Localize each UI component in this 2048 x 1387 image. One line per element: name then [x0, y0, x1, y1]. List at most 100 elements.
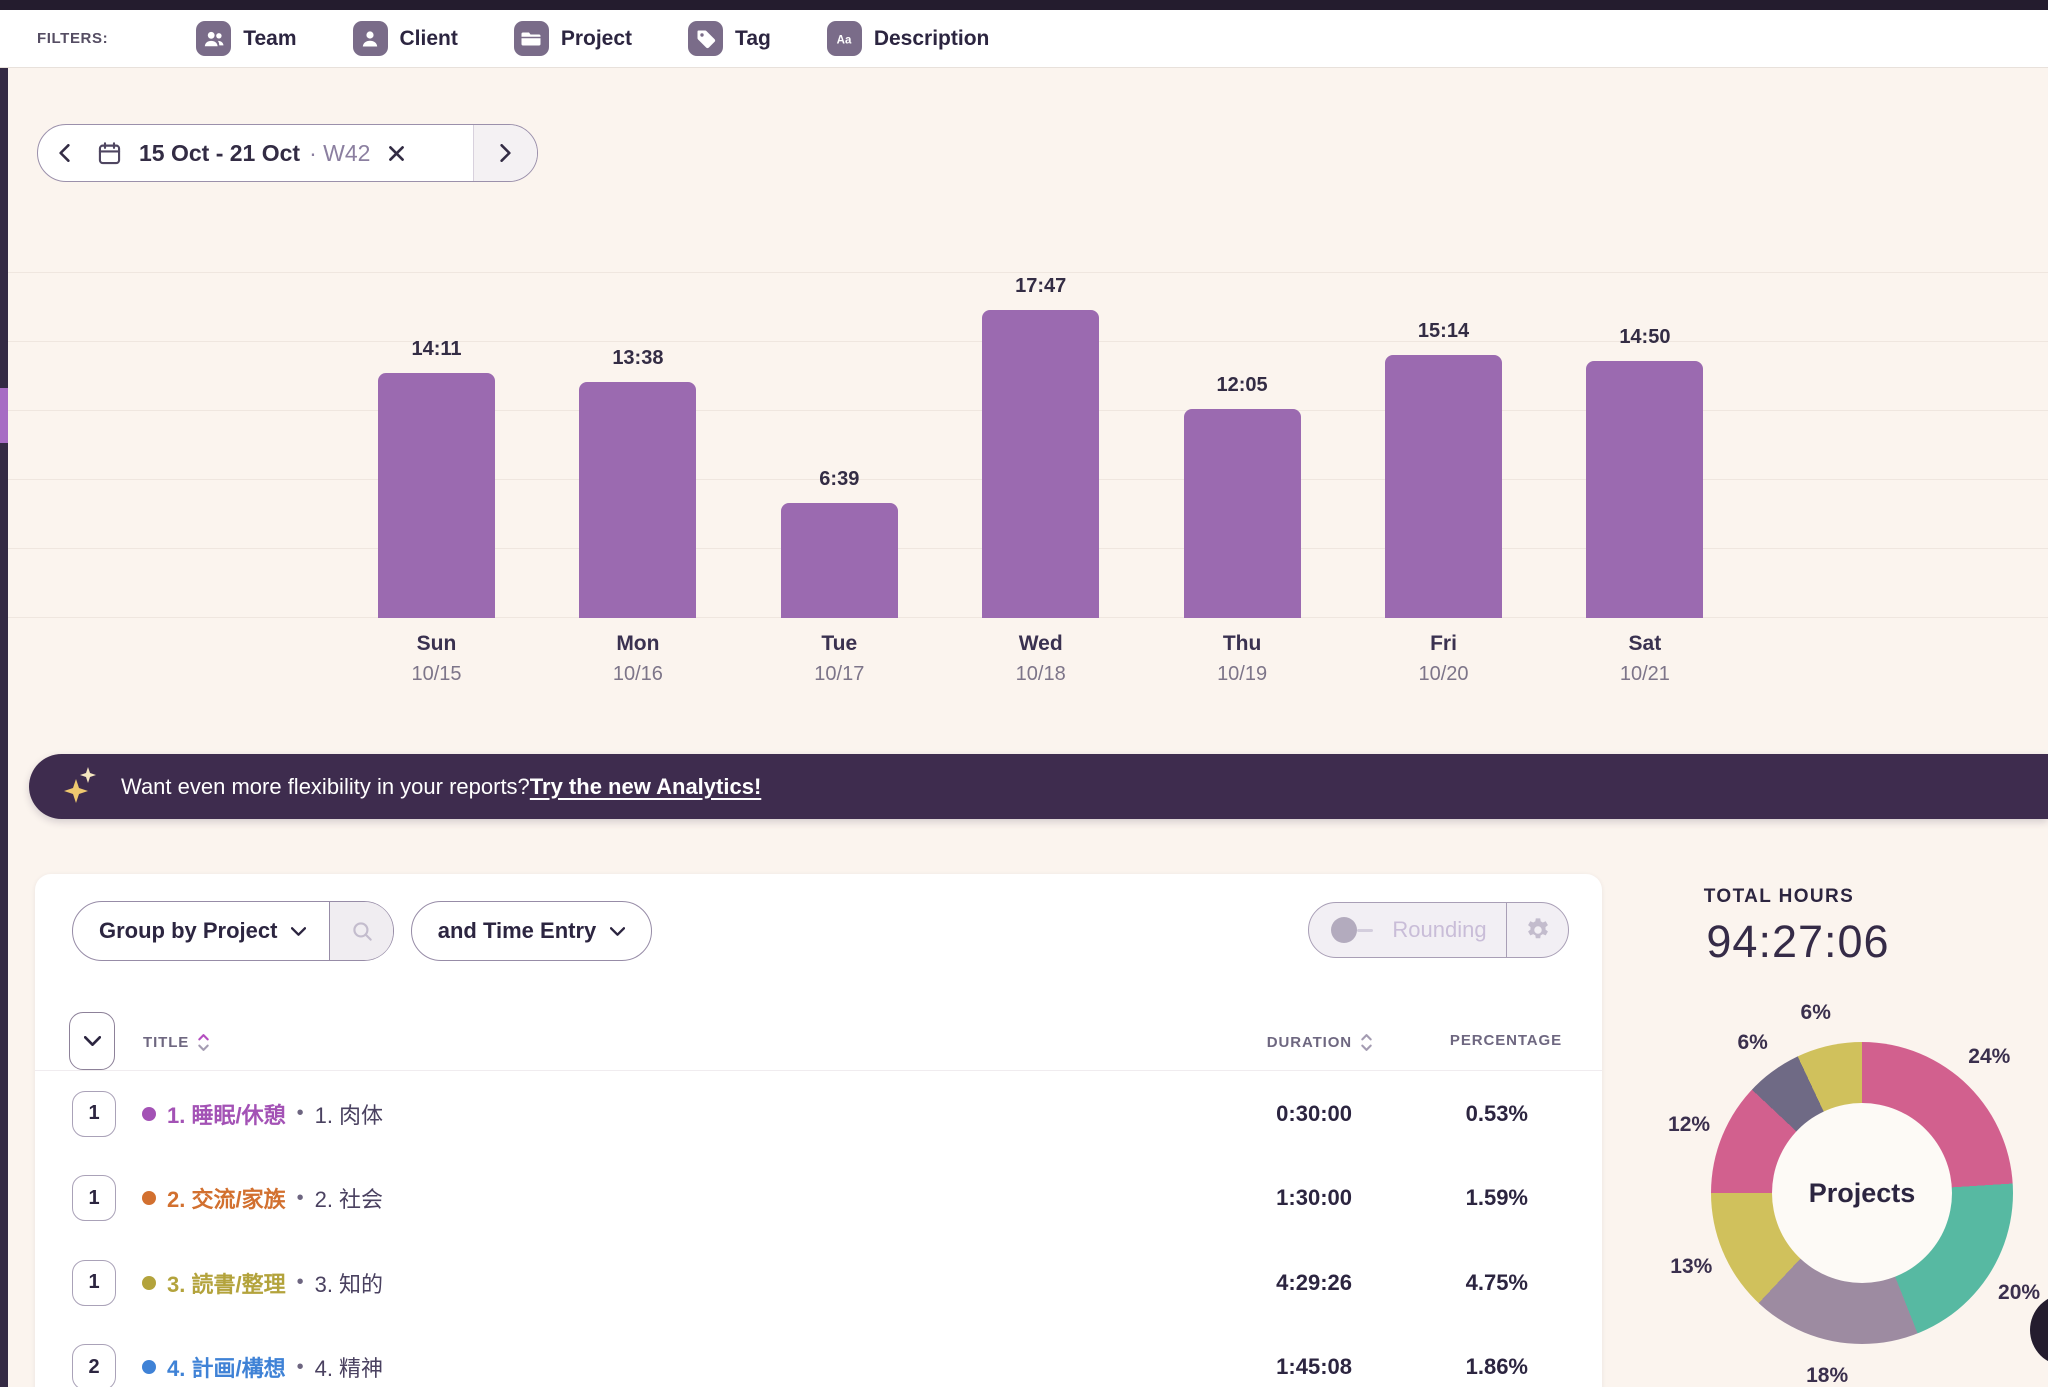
filter-team[interactable]: Team [196, 21, 296, 56]
date-range-label[interactable]: 15 Oct - 21 Oct [139, 140, 300, 167]
bar-value-label: 14:11 [378, 338, 495, 361]
previous-period-button[interactable] [38, 125, 90, 181]
column-header-duration[interactable]: DURATION [1267, 1032, 1373, 1053]
donut-slice-label: 24% [1968, 1045, 2010, 1069]
client-icon [353, 21, 388, 56]
project-name[interactable]: 3. 読書/整理 [167, 1267, 286, 1299]
filter-project[interactable]: Project [514, 21, 632, 56]
chevron-down-icon [291, 927, 306, 936]
donut-slice-label: 6% [1737, 1031, 1767, 1055]
day-bar[interactable] [781, 503, 898, 618]
gear-icon [1524, 916, 1552, 944]
search-icon [349, 918, 375, 944]
analytics-link[interactable]: Try the new Analytics! [530, 774, 761, 800]
entry-count-badge[interactable]: 1 [72, 1260, 116, 1306]
sidebar-collapsed-edge[interactable] [0, 68, 8, 1387]
row-title: 4. 計画/構想•4. 精神 [142, 1351, 383, 1383]
separator-dot: • [297, 1187, 304, 1210]
bar-value-label: 15:14 [1385, 320, 1502, 343]
project-name[interactable]: 2. 交流/家族 [167, 1182, 286, 1214]
row-title: 3. 読書/整理•3. 知的 [142, 1267, 383, 1299]
clear-date-button[interactable] [388, 145, 405, 162]
toggle-track [1357, 929, 1373, 932]
group-by-dropdown[interactable]: Group by Project [72, 901, 394, 961]
group-by-label: Group by Project [99, 918, 277, 944]
filter-label: Team [243, 27, 296, 51]
sparkles-icon [63, 765, 99, 809]
bar-value-label: 12:05 [1184, 374, 1301, 397]
project-color-dot [142, 1360, 156, 1374]
report-table-card: Group by Project and Time Entry Rounding… [35, 874, 1602, 1387]
filter-client[interactable]: Client [353, 21, 458, 56]
entry-count-badge[interactable]: 1 [72, 1091, 116, 1137]
chevron-left-icon [59, 144, 70, 162]
project-name[interactable]: 1. 睡眠/休憩 [167, 1098, 286, 1130]
rounding-toggle[interactable] [1331, 917, 1373, 943]
x-axis-label: Thu10/19 [1162, 632, 1322, 686]
rounding-label: Rounding [1392, 917, 1486, 943]
donut-slice-label: 13% [1670, 1255, 1712, 1279]
filters-items: Team Client Project Tag Aa Description [196, 21, 989, 56]
filter-label: Tag [735, 27, 771, 51]
week-number-label: · W42 [309, 140, 370, 167]
day-bar[interactable] [982, 310, 1099, 618]
day-bar[interactable] [579, 382, 696, 618]
sort-icon [197, 1032, 210, 1053]
entry-count-badge[interactable]: 2 [72, 1344, 116, 1387]
row-duration: 4:29:26 [1276, 1270, 1352, 1296]
chevron-right-icon [500, 144, 511, 162]
rounding-settings-button[interactable] [1506, 903, 1568, 957]
column-header-percentage[interactable]: PERCENTAGE [1450, 1032, 1562, 1049]
separator-dot: • [297, 1102, 304, 1125]
day-bar[interactable] [1385, 355, 1502, 618]
chevron-down-icon [84, 1036, 101, 1046]
help-fab-button[interactable] [2030, 1294, 2048, 1366]
row-duration: 1:45:08 [1276, 1354, 1352, 1380]
day-bar[interactable] [378, 373, 495, 618]
client-name: 1. 肉体 [315, 1098, 383, 1130]
svg-text:Aa: Aa [837, 34, 852, 46]
toggle-knob [1331, 917, 1357, 943]
x-axis-label: Sat10/21 [1565, 632, 1725, 686]
row-title: 2. 交流/家族 • 2. 社会 [142, 1182, 383, 1214]
filter-label: Client [400, 27, 458, 51]
table-row[interactable]: 2 4. 計画/構想•4. 精神 1:45:08 1.86% [35, 1325, 1602, 1387]
project-color-dot [142, 1276, 156, 1290]
filter-description[interactable]: Aa Description [827, 21, 990, 56]
client-name: 2. 社会 [315, 1182, 383, 1214]
table-row[interactable]: 13. 読書/整理•3. 知的4:29:264.75% [35, 1240, 1602, 1325]
day-bar[interactable] [1184, 409, 1301, 618]
filter-tag[interactable]: Tag [688, 21, 771, 56]
team-icon [196, 21, 231, 56]
next-period-button[interactable] [473, 125, 537, 181]
calendar-icon [96, 140, 123, 167]
bar-value-label: 13:38 [579, 347, 696, 370]
donut-slice-label: 6% [1801, 1001, 1831, 1025]
row-percentage: 1.59% [1466, 1185, 1528, 1211]
filter-label: Description [874, 27, 990, 51]
project-icon [514, 21, 549, 56]
close-icon [388, 145, 405, 162]
entry-count-badge[interactable]: 1 [72, 1175, 116, 1221]
x-axis-label: Mon10/16 [558, 632, 718, 686]
table-row[interactable]: 12. 交流/家族•2. 社会1:30:001.59% [35, 1156, 1602, 1241]
chevron-down-icon [610, 927, 625, 936]
total-hours-value: 94:27:06 [1658, 916, 1938, 968]
analytics-banner: Want even more flexibility in your repor… [29, 754, 2048, 819]
projects-donut-chart: Projects 24%20%18%13%12%6%6% [1711, 1042, 2013, 1344]
date-range-picker[interactable]: 15 Oct - 21 Oct · W42 [37, 124, 538, 182]
donut-slice-label: 20% [1998, 1281, 2040, 1305]
table-row[interactable]: 11. 睡眠/休憩•1. 肉体0:30:000.53% [35, 1071, 1602, 1156]
column-header-title[interactable]: TITLE [143, 1032, 210, 1053]
row-title: 1. 睡眠/休憩 • 1. 肉体 [142, 1098, 383, 1130]
search-button[interactable] [329, 902, 393, 960]
x-axis-label: Tue10/17 [759, 632, 919, 686]
row-percentage: 1.86% [1466, 1354, 1528, 1380]
donut-center-label: Projects [1809, 1178, 1916, 1209]
day-bar[interactable] [1586, 361, 1703, 618]
row-percentage: 0.53% [1466, 1101, 1528, 1127]
secondary-group-dropdown[interactable]: and Time Entry [411, 901, 652, 961]
collapse-all-button[interactable] [69, 1012, 115, 1070]
project-name[interactable]: 4. 計画/構想 [167, 1351, 286, 1383]
sort-icon [1360, 1032, 1373, 1053]
